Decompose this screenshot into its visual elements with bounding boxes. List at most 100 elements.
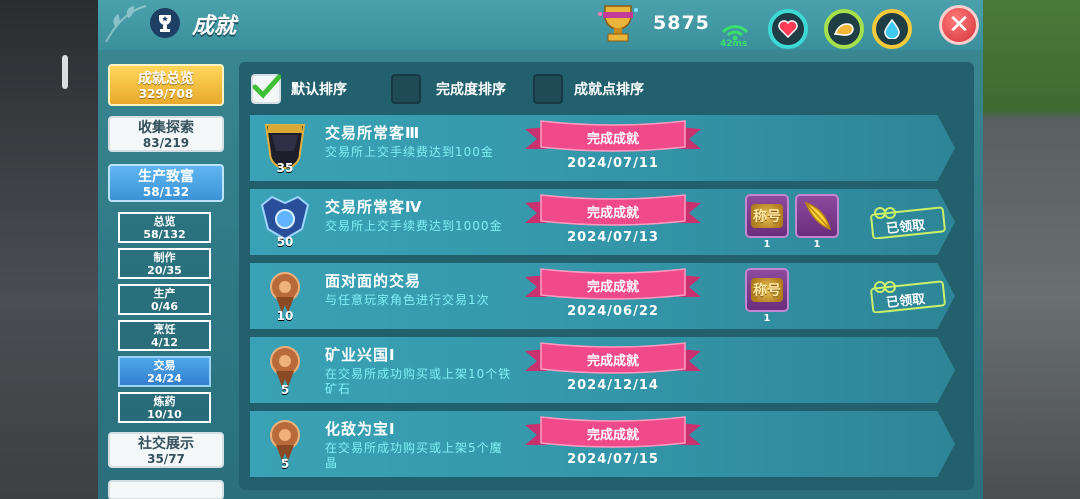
completion-date: 2024/07/13 (567, 230, 659, 245)
medal-bronze-icon: 10 (258, 269, 312, 323)
reward-quantity: 1 (813, 239, 821, 250)
achievement-row[interactable]: 50 交易所常客Ⅳ 交易所上交手续费达到1000金 完成成就 2024/07/1… (250, 189, 955, 255)
subnav-count: 0/46 (151, 300, 178, 313)
achievement-desc: 交易所上交手续费达到100金 (325, 145, 494, 159)
nav-social-count: 35/77 (147, 452, 185, 466)
claimed-stamp: 已领取 (868, 203, 954, 243)
close-icon: ✕ (948, 10, 970, 40)
achievement-points: 5875 (653, 12, 710, 34)
reward-feather-item[interactable] (795, 194, 839, 238)
achievement-list-area: 默认排序 完成度排序 成就点排序 35 交易所常客Ⅲ 交易所上交手续费达到100… (239, 62, 974, 490)
claimed-stamp: 已领取 (868, 277, 954, 317)
subnav-label: 交易 (153, 359, 176, 372)
backdrop-left (0, 0, 98, 499)
stamina-gauge[interactable] (824, 9, 864, 49)
achievement-name: 化敌为宝Ⅰ (325, 420, 396, 438)
nav-social-label: 社交展示 (138, 436, 194, 452)
reward-label: 称号 (751, 278, 783, 302)
nav-social[interactable]: 社交展示 35/77 (108, 432, 224, 468)
trophy-star-icon (150, 8, 180, 38)
completion-date: 2024/07/11 (567, 156, 659, 171)
nav-produce-label: 生产致富 (138, 169, 194, 185)
subnav-count: 24/24 (147, 372, 182, 385)
nav-produce-count: 58/132 (142, 185, 190, 199)
subnav-label: 制作 (153, 251, 176, 264)
sort-completion-checkbox[interactable] (391, 74, 421, 104)
achievement-name: 面对面的交易 (325, 272, 422, 290)
subnav-cooking[interactable]: 烹饪 4/12 (118, 320, 211, 351)
page-title: 成就 (192, 14, 237, 39)
arm-strength-icon (833, 23, 854, 36)
side-handle[interactable] (62, 55, 68, 89)
golden-feather-icon (804, 201, 832, 231)
reward-title-item[interactable]: 称号 (745, 268, 789, 312)
achievement-name: 矿业兴国Ⅰ (325, 346, 396, 364)
reward-quantity: 1 (763, 239, 771, 250)
status-badge: 完成成就 (586, 280, 639, 295)
subnav-overview[interactable]: 总览 58/132 (118, 212, 211, 243)
sort-bar: 默认排序 完成度排序 成就点排序 (239, 62, 974, 112)
nav-collect[interactable]: 收集探索 83/219 (108, 116, 224, 152)
sort-completion-label: 完成度排序 (436, 82, 506, 98)
reward-label: 称号 (751, 204, 783, 228)
subnav-count: 20/35 (147, 264, 182, 277)
subnav-craft[interactable]: 制作 20/35 (118, 248, 211, 279)
subnav-alchemy[interactable]: 炼药 10/10 (118, 392, 211, 423)
medal-level: 5 (280, 457, 290, 471)
hydration-gauge[interactable] (872, 9, 912, 49)
close-button[interactable]: ✕ (939, 5, 979, 45)
status-badge: 完成成就 (586, 354, 639, 369)
completion-date: 2024/12/14 (567, 378, 659, 393)
achievement-panel: 成就 5875 42ms ✕ 成就总览 329/708 收集探索 83/219 … (98, 0, 983, 499)
medal-bronze-icon: 5 (258, 343, 312, 397)
claimed-label: 已领取 (885, 217, 926, 237)
health-gauge[interactable] (768, 9, 808, 49)
medal-level: 10 (276, 309, 294, 323)
subnav-label: 总览 (153, 215, 176, 228)
medal-black-icon: 35 (258, 121, 312, 175)
status-badge: 完成成就 (586, 428, 639, 443)
nav-more[interactable] (108, 480, 224, 499)
achievement-desc: 在交易所成功购买或上架5个魔晶 (325, 441, 503, 470)
completion-date: 2024/06/22 (567, 304, 659, 319)
completion-date: 2024/07/15 (567, 452, 659, 467)
medal-blue-icon: 50 (258, 195, 312, 249)
status-badge: 完成成就 (586, 132, 639, 147)
heart-icon (778, 20, 798, 38)
subnav-count: 10/10 (147, 408, 182, 421)
nav-overview-count: 329/708 (138, 87, 194, 101)
subnav-label: 烹饪 (153, 323, 176, 336)
sort-default-label: 默认排序 (291, 82, 347, 98)
backdrop-right (983, 0, 1080, 499)
achievement-row[interactable]: 35 交易所常客Ⅲ 交易所上交手续费达到100金 完成成就 2024/07/11 (250, 115, 955, 181)
subnav-produce[interactable]: 生产 0/46 (118, 284, 211, 315)
achievement-name: 交易所常客Ⅲ (325, 124, 421, 142)
leaf-decoration-icon (105, 5, 147, 43)
sort-points-label: 成就点排序 (574, 82, 644, 98)
nav-produce[interactable]: 生产致富 58/132 (108, 164, 224, 202)
sort-default-checkbox[interactable] (251, 74, 281, 104)
medal-level: 50 (276, 235, 294, 249)
reward-title-item[interactable]: 称号 (745, 194, 789, 238)
subnav-label: 炼药 (153, 395, 176, 408)
achievement-trophy-icon (598, 5, 638, 42)
reward-quantity: 1 (763, 313, 771, 324)
achievement-desc: 与任意玩家角色进行交易1次 (325, 293, 490, 307)
top-bar: 成就 5875 42ms ✕ (98, 0, 983, 50)
ping-readout: 42ms (720, 39, 748, 49)
subnav-label: 生产 (153, 287, 176, 300)
nav-collect-count: 83/219 (142, 136, 190, 150)
achievement-row[interactable]: 5 矿业兴国Ⅰ 在交易所成功购买或上架10个铁矿石 完成成就 2024/12/1… (250, 337, 955, 403)
sort-points-checkbox[interactable] (533, 74, 563, 104)
medal-level: 5 (280, 383, 290, 397)
achievement-name: 交易所常客Ⅳ (325, 198, 423, 216)
medal-level: 35 (276, 161, 294, 175)
subnav-count: 58/132 (143, 228, 186, 241)
nav-overview[interactable]: 成就总览 329/708 (108, 64, 224, 106)
achievement-desc: 在交易所成功购买或上架10个铁矿石 (325, 367, 512, 396)
checkmark-icon (252, 74, 281, 99)
subnav-trade[interactable]: 交易 24/24 (118, 356, 211, 387)
nav-overview-label: 成就总览 (138, 71, 194, 87)
achievement-row[interactable]: 10 面对面的交易 与任意玩家角色进行交易1次 完成成就 2024/06/22 … (250, 263, 955, 329)
achievement-row[interactable]: 5 化敌为宝Ⅰ 在交易所成功购买或上架5个魔晶 完成成就 2024/07/15 (250, 411, 955, 477)
